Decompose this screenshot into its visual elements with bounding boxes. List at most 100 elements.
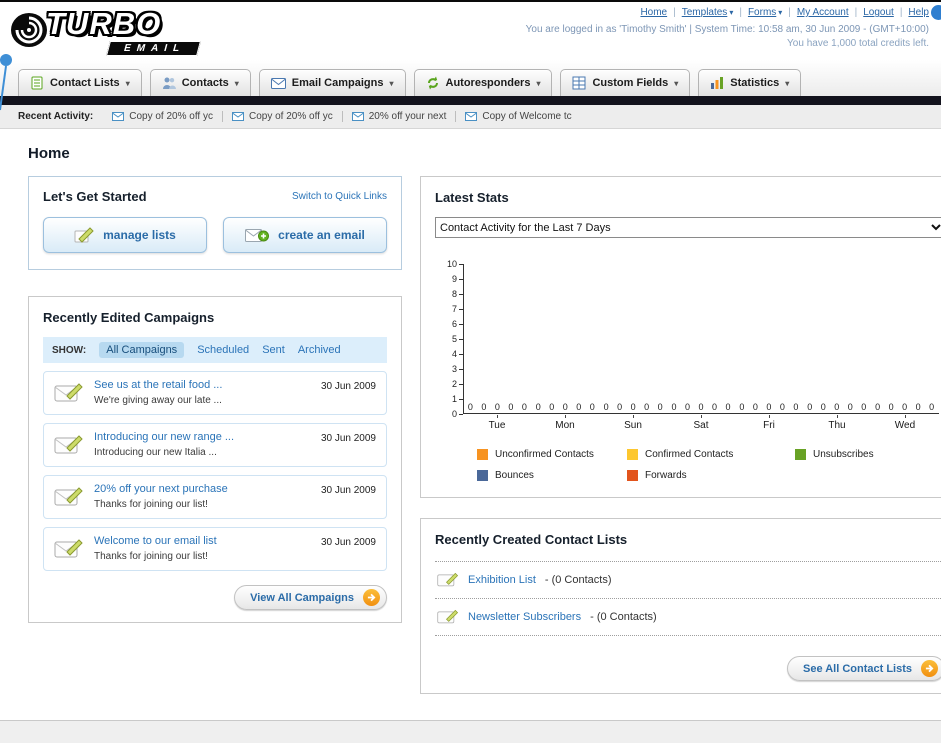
top-link-home[interactable]: Home [640, 7, 681, 18]
see-all-contact-lists-button[interactable]: See All Contact Lists [786, 656, 941, 681]
contact-lists-icon [31, 76, 43, 90]
recent-activity-item[interactable]: Copy of Welcome tc [456, 111, 580, 122]
top-link-templates[interactable]: Templates [682, 7, 748, 18]
envelope-icon [112, 112, 125, 121]
chevron-down-icon [389, 77, 393, 89]
create-email-label: create an email [278, 228, 365, 242]
nav-tab-label: Autoresponders [445, 77, 531, 89]
header: TURBO EMAIL Home Templates Forms My Acco… [0, 2, 941, 60]
chart-x-label: Mon [531, 415, 599, 431]
autoresponders-icon [427, 76, 438, 90]
chart-y-tick: 10 [447, 259, 463, 269]
contact-list-row[interactable]: Exhibition List - (0 Contacts) [435, 562, 941, 599]
chart-x-labels: Tue Mon Sun Sat Fri Thu Wed [463, 415, 939, 431]
callout-pointer-decoration [0, 54, 12, 111]
switch-quick-links-link[interactable]: Switch to Quick Links [292, 191, 387, 202]
top-link-logout[interactable]: Logout [863, 7, 908, 18]
tab-archived[interactable]: Archived [298, 344, 341, 356]
campaign-row[interactable]: 20% off your next purchase Thanks for jo… [43, 475, 387, 519]
campaign-date: 30 Jun 2009 [320, 381, 376, 392]
contact-list-count: - (0 Contacts) [590, 611, 657, 623]
nav-tab-email-campaigns[interactable]: Email Campaigns [258, 69, 406, 96]
recent-activity-item[interactable]: Copy of 20% off yc [223, 111, 343, 122]
stats-filter-select[interactable]: Contact Activity for the Last 7 Days [435, 217, 941, 238]
legend-swatch [627, 470, 638, 481]
manage-lists-button[interactable]: manage lists [43, 217, 207, 253]
email-campaigns-icon [270, 77, 286, 89]
tab-scheduled[interactable]: Scheduled [197, 344, 249, 356]
latest-stats-title: Latest Stats [435, 190, 509, 205]
contact-list-row[interactable]: Newsletter Subscribers - (0 Contacts) [435, 599, 941, 636]
legend-label: Unsubscribes [813, 449, 874, 460]
nav-divider-bar [0, 96, 941, 105]
contact-list-link[interactable]: Exhibition List [468, 574, 536, 586]
view-all-campaigns-button[interactable]: View All Campaigns [234, 585, 387, 610]
top-link-my-account[interactable]: My Account [797, 7, 863, 18]
chart-value-labels: 0 0 0 0 0 [603, 402, 664, 412]
envelope-icon [351, 112, 364, 121]
chart-value-labels: 0 0 0 0 0 [807, 402, 868, 412]
campaign-row[interactable]: Welcome to our email list Thanks for joi… [43, 527, 387, 571]
tab-sent[interactable]: Sent [262, 344, 285, 356]
chevron-down-icon [674, 77, 678, 89]
chart-value-labels: 0 0 0 0 0 [739, 402, 800, 412]
chart-y-tick: 9 [452, 274, 463, 284]
manage-lists-label: manage lists [103, 228, 176, 242]
chart-y-tick: 0 [452, 409, 463, 419]
chart-x-label: Tue [463, 415, 531, 431]
campaign-row[interactable]: Introducing our new range ... Introducin… [43, 423, 387, 467]
chevron-down-icon [126, 77, 130, 89]
contact-list-link[interactable]: Newsletter Subscribers [468, 611, 581, 623]
edge-dot-decoration [931, 5, 941, 20]
nav-tab-autoresponders[interactable]: Autoresponders [413, 69, 553, 96]
arrow-right-icon [363, 589, 380, 606]
nav-tab-label: Statistics [730, 77, 780, 89]
main-nav: Contact Lists Contacts Email Campaigns A… [0, 60, 941, 96]
nav-tab-label: Custom Fields [592, 77, 669, 89]
campaign-envelope-pencil-icon [54, 539, 83, 558]
app-logo: TURBO EMAIL [10, 4, 270, 58]
footer-strip [0, 721, 941, 743]
legend-label: Forwards [645, 470, 687, 481]
nav-tab-statistics[interactable]: Statistics [698, 69, 802, 96]
header-right: Home Templates Forms My Account Logout H… [526, 7, 929, 49]
legend-item-unconfirmed: Unconfirmed Contacts [477, 449, 627, 460]
nav-tab-custom-fields[interactable]: Custom Fields [560, 69, 691, 96]
list-pencil-icon [437, 572, 459, 587]
campaign-date: 30 Jun 2009 [320, 433, 376, 444]
recent-campaigns-title: Recently Edited Campaigns [43, 310, 215, 325]
chart-value-row: 0 0 0 0 0 0 0 0 0 0 0 0 0 0 0 0 0 0 0 0 0 0 … [464, 403, 939, 413]
chart-x-label: Sat [667, 415, 735, 431]
envelope-plus-icon [245, 228, 270, 242]
recent-campaigns-panel: Recently Edited Campaigns SHOW: All Camp… [28, 296, 402, 623]
pencil-icon [74, 227, 94, 243]
get-started-title: Let's Get Started [43, 189, 147, 204]
arrow-right-icon [921, 660, 938, 677]
recent-activity-item[interactable]: 20% off your next [343, 111, 457, 122]
recent-activity-bar: Recent Activity: Copy of 20% off yc Copy… [0, 105, 941, 129]
show-label: SHOW: [52, 344, 87, 356]
create-email-button[interactable]: create an email [223, 217, 387, 253]
get-started-panel: Let's Get Started Switch to Quick Links … [28, 176, 402, 270]
recent-activity-item[interactable]: Copy of 20% off yc [103, 111, 223, 122]
nav-tab-contact-lists[interactable]: Contact Lists [18, 69, 142, 96]
chevron-down-icon [235, 77, 239, 89]
contact-lists: Exhibition List - (0 Contacts) Newslette… [435, 561, 941, 636]
page: TURBO EMAIL Home Templates Forms My Acco… [0, 2, 941, 743]
recent-contact-lists-panel: Recently Created Contact Lists Exhibitio… [420, 518, 941, 694]
recent-activity-label: Recent Activity: [18, 111, 94, 122]
recent-activity-text: 20% off your next [368, 111, 447, 122]
campaign-date: 30 Jun 2009 [320, 537, 376, 548]
top-link-help[interactable]: Help [908, 7, 929, 18]
campaign-row[interactable]: See us at the retail food ... We're givi… [43, 371, 387, 415]
recent-activity-text: Copy of 20% off yc [129, 111, 213, 122]
left-column: Let's Get Started Switch to Quick Links … [28, 176, 402, 623]
chevron-down-icon [727, 7, 733, 18]
nav-tab-contacts[interactable]: Contacts [149, 69, 251, 96]
custom-fields-icon [572, 76, 586, 90]
logo-subtitle: EMAIL [105, 41, 202, 56]
legend-label: Unconfirmed Contacts [495, 449, 594, 460]
top-link-forms[interactable]: Forms [748, 7, 797, 18]
chart-y-tick: 3 [452, 364, 463, 374]
tab-all-campaigns[interactable]: All Campaigns [99, 342, 185, 358]
